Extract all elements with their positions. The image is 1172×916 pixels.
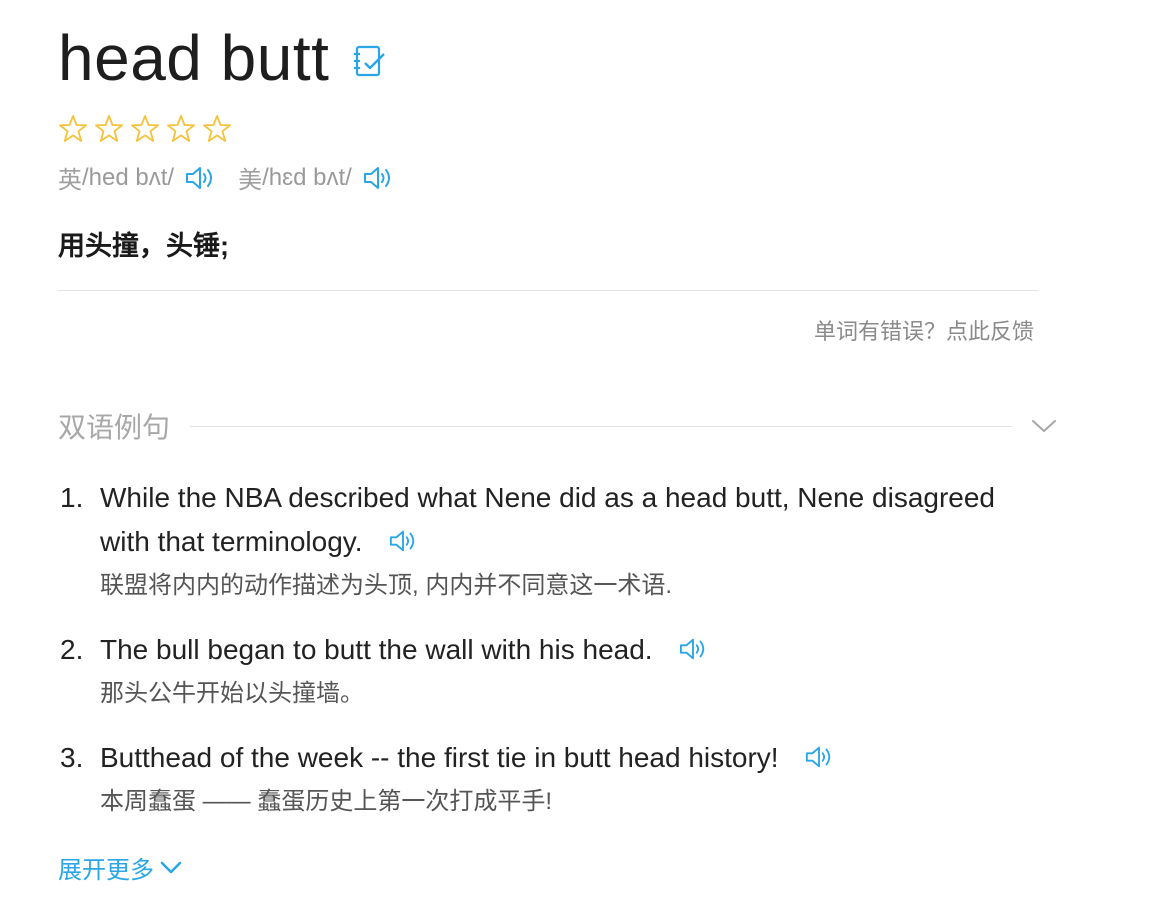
- example-english: While the NBA described what Nene did as…: [100, 476, 1018, 564]
- star-outline-icon: [95, 115, 123, 142]
- example-english: The bull began to butt the wall with his…: [100, 628, 1018, 672]
- frequency-rating: [58, 114, 232, 144]
- expand-more-link[interactable]: 展开更多: [58, 850, 184, 885]
- divider: [58, 290, 1038, 291]
- star-outline-icon: [59, 115, 87, 142]
- phonetic-uk: 英 /hed bʌt/: [58, 160, 216, 195]
- example-chinese: 联盟将内内的动作描述为头顶, 内内并不同意这一术语.: [100, 572, 673, 599]
- section-title: 双语例句: [58, 412, 171, 443]
- phonetics-row: 英 /hed bʌt/ 美 /hɛd bʌt/: [58, 160, 416, 195]
- phonetic-ipa: /hed bʌt/: [82, 163, 175, 191]
- example-number: 3.: [60, 742, 84, 773]
- dictionary-entry-page: head butt 英 /hed bʌt/ 美 /hɛd bʌt/ 用头撞，头锤…: [0, 0, 1172, 916]
- example-number: 2.: [60, 634, 84, 665]
- feedback-link[interactable]: 单词有错误？点此反馈: [814, 314, 1034, 346]
- headword-row: head butt: [58, 18, 387, 98]
- example-number: 1.: [60, 482, 84, 513]
- example-english-text: The bull began to butt the wall with his…: [100, 634, 653, 665]
- example-english-text: While the NBA described what Nene did as…: [100, 482, 996, 557]
- phonetic-lang-label: 英: [58, 167, 82, 194]
- add-to-wordbook-icon[interactable]: [351, 43, 387, 79]
- speaker-icon[interactable]: [677, 632, 709, 660]
- speaker-icon[interactable]: [362, 163, 394, 193]
- headword: head butt: [58, 22, 330, 94]
- example-chinese: 本周蠢蛋 —— 蠢蛋历史上第一次打成平手!: [100, 788, 553, 815]
- list-item: 3. Butthead of the week -- the first tie…: [58, 736, 1018, 822]
- chevron-down-icon: [160, 861, 182, 873]
- phonetic-us: 美 /hɛd bʌt/: [238, 160, 394, 195]
- expand-more-label: 展开更多: [58, 857, 154, 884]
- star-outline-icon: [131, 115, 159, 142]
- star-outline-icon: [203, 115, 231, 142]
- list-item: 2. The bull began to butt the wall with …: [58, 628, 1018, 714]
- example-english: Butthead of the week -- the first tie in…: [100, 736, 1018, 780]
- bilingual-examples-header: 双语例句: [58, 406, 1058, 446]
- phonetic-lang-label: 美: [238, 167, 263, 194]
- example-english-text: Butthead of the week -- the first tie in…: [100, 742, 779, 773]
- speaker-icon[interactable]: [184, 163, 216, 193]
- divider: [190, 425, 1012, 427]
- definition: 用头撞，头锤;: [58, 231, 229, 261]
- examples-list: 1. While the NBA described what Nene did…: [58, 476, 1018, 822]
- list-item: 1. While the NBA described what Nene did…: [58, 476, 1018, 606]
- star-outline-icon: [167, 115, 195, 142]
- example-chinese: 那头公牛开始以头撞墙。: [100, 680, 364, 707]
- phonetic-ipa: /hɛd bʌt/: [262, 163, 352, 191]
- speaker-icon[interactable]: [803, 740, 835, 768]
- speaker-icon[interactable]: [387, 524, 419, 552]
- chevron-down-icon[interactable]: [1030, 416, 1058, 436]
